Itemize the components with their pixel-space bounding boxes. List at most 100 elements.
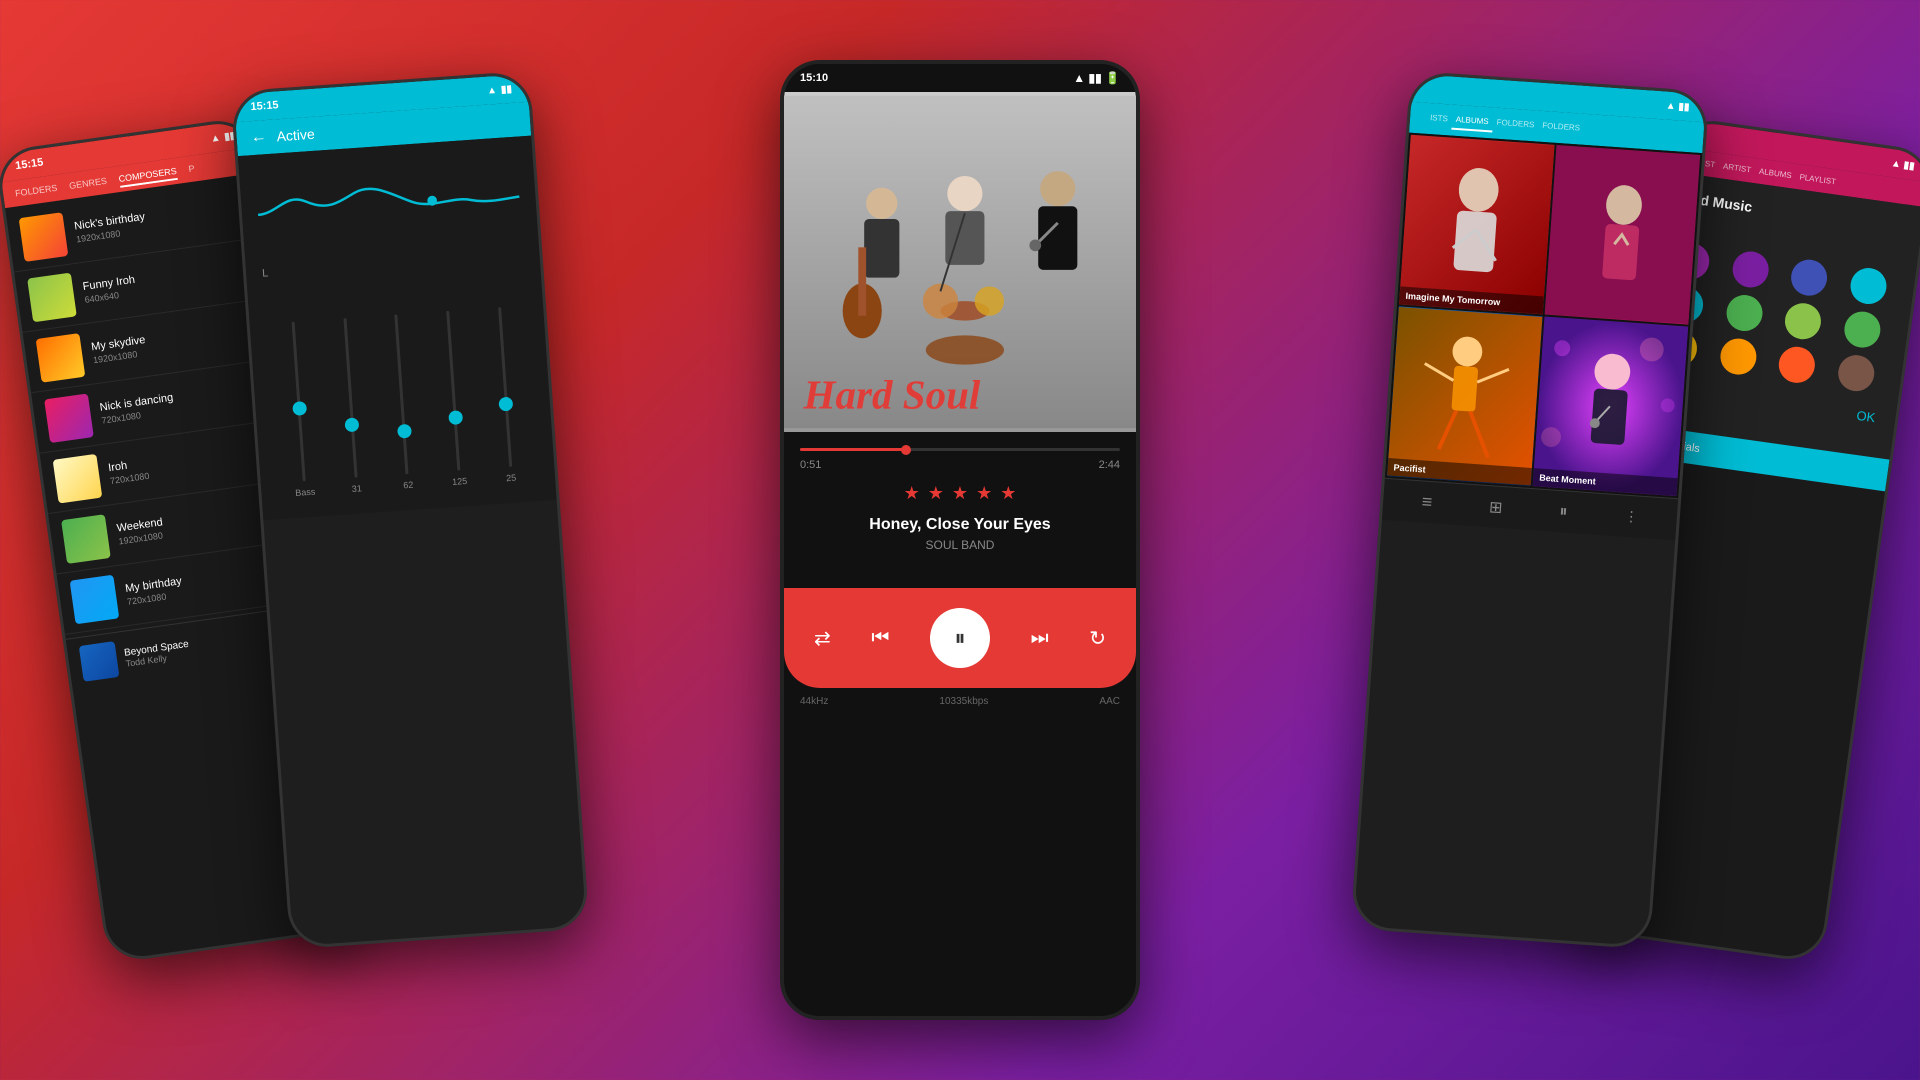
grid-icon[interactable]: ⊞ [1488,497,1503,518]
format: AAC [1099,696,1120,707]
color-deep-orange[interactable] [1777,344,1818,385]
status-bar-center: 15:10 ▲ ▮▮ 🔋 [784,64,1136,92]
color-cyan[interactable] [1848,266,1889,307]
eq-label: 62 [403,480,414,491]
eq-handle[interactable] [397,424,412,439]
folder-thumb [19,212,69,262]
status-icons-right: ▲ ▮▮ [1665,100,1689,113]
star-4[interactable]: ★ [976,483,992,504]
song-title: Honey, Close Your Eyes [800,516,1120,534]
color-brown[interactable] [1835,353,1876,394]
waveform-display [255,157,522,255]
eq-label: 125 [452,476,468,487]
band-svg: Hard Soul [784,92,1136,432]
color-green-2[interactable] [1842,309,1883,350]
album-card-right-top[interactable] [1545,145,1701,325]
tab-albums[interactable]: ALBUMS [1451,111,1493,133]
band-image: Hard Soul [784,92,1136,432]
beyond-thumb [79,641,120,682]
tab-p[interactable]: P [188,163,196,178]
progress-bar[interactable] [800,448,1120,451]
phones-container: 15:15 ▲ ▮▮ FOLDERS GENRES COMPOSERS P Ni… [0,0,1920,1080]
folder-thumb [44,393,94,443]
status-icons-left: ▲ ▮▮ [487,83,513,96]
pause-button[interactable]: ⏸ [930,608,990,668]
eq-sliders: Bass 31 62 [264,281,539,499]
star-2[interactable]: ★ [928,483,944,504]
star-1[interactable]: ★ [904,483,920,504]
pause-small-icon[interactable]: ⏸ [1559,503,1568,522]
phone-right: ▲ ▮▮ ISTS ALBUMS FOLDERS FOLDERS [1350,71,1709,950]
eq-bar-25[interactable]: 25 [481,306,529,484]
player-content: 0:51 2:44 ★ ★ ★ ★ ★ Honey, Close Your Ey… [784,432,1136,588]
time-row: 0:51 2:44 [800,459,1120,471]
filter-icon[interactable]: ≡ [1421,491,1433,513]
folder-info: Funny Iroh 640x640 [82,257,260,305]
eq-label: 31 [351,483,362,494]
status-time-left: 15:15 [250,99,279,113]
status-icons-center: ▲ ▮▮ 🔋 [1073,71,1120,85]
stars-row[interactable]: ★ ★ ★ ★ ★ [800,483,1120,504]
player-controls: ⇄ ⏮ ⏸ ⏭ ↻ [784,588,1136,688]
eq-content: L Bass 31 [238,136,557,521]
eq-track[interactable] [292,322,306,482]
eq-handle[interactable] [345,417,360,432]
tab-folders-2[interactable]: FOLDERS [1538,117,1585,139]
eq-track[interactable] [498,307,512,467]
folder-thumb [70,575,120,625]
star-5[interactable]: ★ [1000,483,1016,504]
eq-track[interactable] [395,314,409,474]
eq-handle[interactable] [448,410,463,425]
time-current: 0:51 [800,459,821,471]
eq-label: 25 [506,473,517,484]
tab-genres[interactable]: GENRES [68,176,108,195]
eq-handle[interactable] [499,397,514,412]
folder-thumb [27,273,77,323]
color-indigo[interactable] [1789,257,1830,298]
tab-artist-2[interactable]: ARTIST [1722,162,1751,175]
bitrate: 10335kbps [939,696,988,707]
status-time-center: 15:10 [800,72,828,84]
status-icons-far-right: ▲ ▮▮ [1890,158,1915,172]
eq-bar-125[interactable]: 125 [430,310,478,488]
eq-bar-62[interactable]: 62 [379,313,427,491]
status-time-far-left: 15:15 [15,156,45,172]
color-light-green[interactable] [1783,301,1824,342]
tab-ists[interactable]: ISTS [1425,109,1452,130]
color-green[interactable] [1724,293,1765,334]
tab-folders-1[interactable]: FOLDERS [1492,113,1539,135]
eq-channel-label: L [262,249,524,279]
tab-folders[interactable]: FOLDERS [14,183,58,203]
star-3[interactable]: ★ [952,483,968,504]
progress-fill [800,448,906,451]
prev-button[interactable]: ⏮ [871,627,889,650]
eq-handle[interactable] [292,401,307,416]
color-dark-purple[interactable] [1730,249,1771,290]
albums-grid: Imagine My Tomorrow [1385,133,1702,499]
album-card-beat[interactable]: Beat Moment [1533,317,1689,497]
eq-track[interactable] [446,311,460,471]
tab-playlist-fr[interactable]: PLAYLIST [1799,172,1837,186]
repeat-button[interactable]: ↻ [1089,626,1106,651]
phone-left: 15:15 ▲ ▮▮ ← Active L [230,71,589,950]
eq-bar-31[interactable]: 31 [327,317,375,495]
tab-albums-fr[interactable]: ALBUMS [1758,167,1792,180]
eq-title: Active [276,126,315,145]
audio-info: 44kHz 10335kbps AAC [784,688,1136,715]
more-icon[interactable]: ⋮ [1624,508,1639,526]
eq-track[interactable] [343,318,357,478]
shuffle-button[interactable]: ⇄ [814,626,831,651]
folder-thumb [36,333,86,383]
album-art: Hard Soul [784,92,1136,432]
folder-thumb [53,454,103,504]
song-artist: SOUL BAND [800,538,1120,552]
eq-bar-bass[interactable]: Bass [276,320,324,498]
back-button[interactable]: ← [250,128,267,147]
folder-info: Nick's birthday 1920x1080 [74,196,252,244]
eq-label: Bass [295,487,316,498]
album-card-pacifist[interactable]: Pacifist [1387,306,1543,486]
color-orange[interactable] [1718,336,1759,377]
album-card-imagine[interactable]: Imagine My Tomorrow [1399,135,1555,315]
next-button[interactable]: ⏭ [1031,627,1049,650]
folder-thumb [61,514,111,564]
